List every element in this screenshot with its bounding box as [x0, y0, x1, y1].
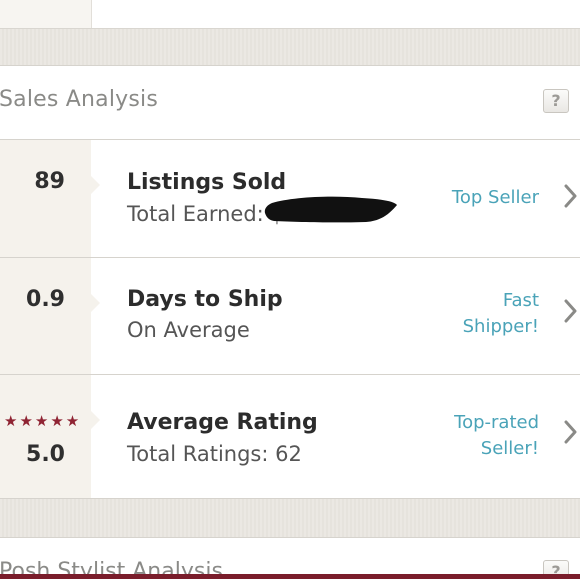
listings-sold-count: 89	[34, 169, 65, 194]
stat-column-notch	[91, 411, 100, 429]
days-to-ship-title: Days to Ship	[127, 287, 283, 312]
chevron-right-icon[interactable]	[563, 419, 577, 445]
stat-column-notch	[91, 176, 100, 194]
stat-column	[0, 258, 91, 374]
listings-sold-title: Listings Sold	[127, 170, 287, 195]
top-seller-badge: Top Seller	[452, 185, 539, 211]
section-divider	[0, 499, 580, 537]
fast-shipper-badge: Fast Shipper!	[463, 288, 539, 340]
badge-line: Fast	[502, 290, 539, 311]
stat-column	[0, 375, 91, 498]
rating-stars-icon: ★★★★★	[4, 412, 82, 430]
stat-column-notch	[91, 294, 100, 312]
posh-stylist-header: Posh Stylist Analysis	[0, 537, 580, 579]
previous-card-stat-column	[0, 0, 92, 28]
chevron-right-icon[interactable]	[563, 183, 577, 209]
redaction-mark	[264, 196, 397, 223]
average-rating-row[interactable]: ★★★★★ 5.0 Average Rating Total Ratings: …	[0, 375, 580, 499]
badge-line: Shipper!	[462, 316, 539, 337]
days-to-ship-row[interactable]: 0.9 Days to Ship On Average Fast Shipper…	[0, 258, 580, 375]
sales-analysis-help-button[interactable]: ?	[543, 89, 569, 113]
on-average-label: On Average	[127, 318, 250, 342]
page: Sales Analysis ? 89 Listings Sold Total …	[0, 0, 580, 579]
chevron-right-icon[interactable]	[563, 298, 577, 324]
average-rating-title: Average Rating	[127, 410, 318, 435]
previous-card	[0, 0, 580, 29]
stat-column	[0, 140, 91, 257]
badge-line: Top-rated	[454, 412, 539, 433]
badge-line: Seller!	[480, 438, 539, 459]
section-divider	[0, 29, 580, 65]
average-rating-value: 5.0	[26, 442, 65, 467]
days-to-ship-value: 0.9	[26, 287, 65, 312]
sales-analysis-header: Sales Analysis	[0, 65, 580, 140]
sales-analysis-title: Sales Analysis	[0, 87, 158, 112]
total-ratings-label: Total Ratings: 62	[127, 442, 302, 466]
badge-line: Top Seller	[451, 187, 539, 208]
brand-bar	[0, 574, 580, 579]
top-rated-seller-badge: Top-rated Seller!	[454, 410, 539, 462]
total-earned-label: Total Earned: $	[127, 202, 284, 226]
